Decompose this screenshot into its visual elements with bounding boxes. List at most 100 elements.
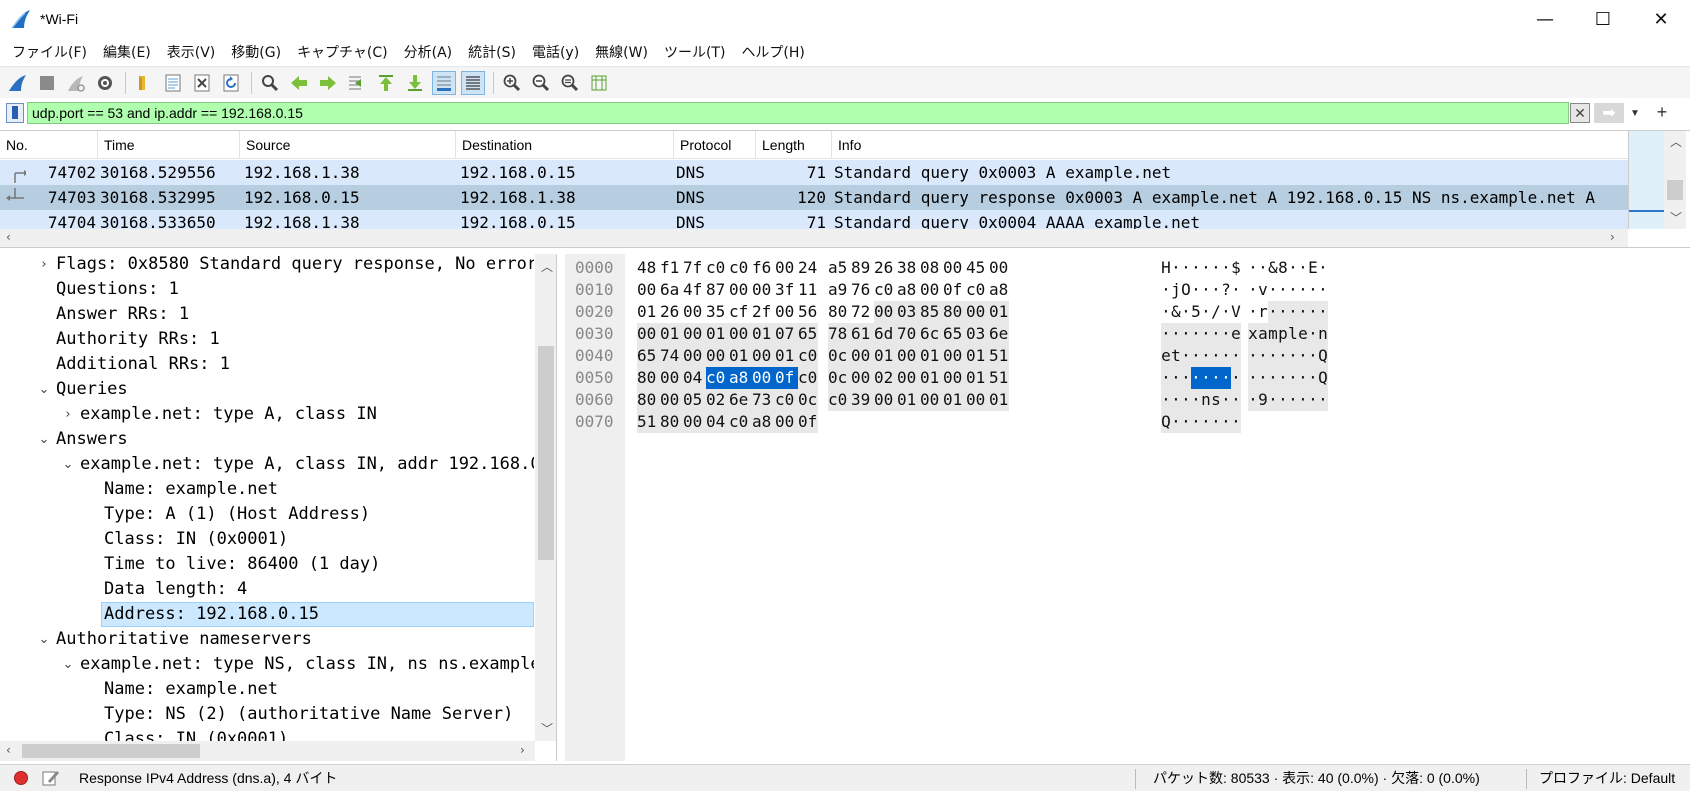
ascii-char[interactable]: ·	[1191, 367, 1201, 389]
ascii-char[interactable]: $	[1231, 257, 1241, 279]
display-filter-input[interactable]: udp.port == 53 and ip.addr == 192.168.0.…	[27, 102, 1569, 124]
ascii-char[interactable]: ·	[1161, 323, 1171, 345]
ascii-char[interactable]: ·	[1181, 411, 1191, 433]
hex-byte[interactable]: 01	[637, 301, 660, 323]
hex-byte[interactable]: 00	[752, 279, 775, 301]
hex-byte[interactable]: 51	[637, 411, 660, 433]
save-file-button[interactable]	[161, 71, 185, 95]
hex-byte[interactable]: 01	[920, 345, 943, 367]
hex-byte[interactable]: 00	[637, 279, 660, 301]
ascii-char[interactable]: ·	[1191, 411, 1201, 433]
ascii-char[interactable]: ·	[1298, 367, 1308, 389]
ascii-char[interactable]: ·	[1211, 257, 1221, 279]
ascii-char[interactable]: ·	[1231, 345, 1241, 367]
hex-byte[interactable]: 04	[706, 411, 729, 433]
ascii-char[interactable]: ·	[1288, 367, 1298, 389]
hex-byte[interactable]: 05	[683, 389, 706, 411]
tree-item[interactable]: Type: NS (2) (authoritative Name Server)	[0, 702, 534, 727]
ascii-char[interactable]: ·	[1181, 345, 1191, 367]
hex-byte[interactable]: 01	[706, 323, 729, 345]
hex-byte[interactable]: 01	[920, 367, 943, 389]
hex-byte[interactable]: 01	[897, 389, 920, 411]
ascii-char[interactable]: ·	[1278, 301, 1288, 323]
hex-byte[interactable]: 00	[752, 367, 775, 389]
resize-columns-button[interactable]	[587, 71, 611, 95]
hex-byte[interactable]: 80	[828, 301, 851, 323]
hex-byte[interactable]: c0	[706, 257, 729, 279]
filter-history-dropdown[interactable]: ▼	[1628, 103, 1642, 123]
hex-byte[interactable]: 65	[637, 345, 660, 367]
zoom-in-button[interactable]	[500, 71, 524, 95]
hex-byte[interactable]: c0	[798, 367, 818, 389]
hex-byte[interactable]: 00	[660, 367, 683, 389]
ascii-char[interactable]: ·	[1258, 367, 1268, 389]
close-button[interactable]: ✕	[1632, 0, 1690, 38]
tree-item[interactable]: Data length: 4	[0, 577, 534, 602]
zoom-normal-button[interactable]	[558, 71, 582, 95]
ascii-char[interactable]: ·	[1211, 411, 1221, 433]
hex-byte[interactable]: 07	[775, 323, 798, 345]
ascii-char[interactable]: ·	[1248, 301, 1258, 323]
ascii-char[interactable]: ·	[1248, 279, 1258, 301]
hex-byte[interactable]: 00	[729, 323, 752, 345]
scroll-right-arrow-icon[interactable]: ›	[520, 743, 525, 757]
hex-byte[interactable]: 35	[706, 301, 729, 323]
ascii-char[interactable]: &	[1171, 301, 1181, 323]
hex-byte[interactable]: a9	[828, 279, 851, 301]
ascii-char[interactable]: ·	[1298, 389, 1308, 411]
hex-byte[interactable]: 6d	[874, 323, 897, 345]
hex-byte[interactable]: c0	[775, 389, 798, 411]
menu-file[interactable]: ファイル(F)	[4, 42, 95, 62]
filter-clear-button[interactable]: ✕	[1570, 103, 1590, 123]
ascii-char[interactable]: ·	[1258, 345, 1268, 367]
hex-byte[interactable]: c0	[966, 279, 989, 301]
hex-byte[interactable]: 11	[798, 279, 818, 301]
maximize-button[interactable]: ☐	[1574, 0, 1632, 38]
ascii-char[interactable]: ·	[1268, 367, 1278, 389]
ascii-char[interactable]: ·	[1288, 389, 1298, 411]
ascii-char[interactable]: ·	[1308, 301, 1318, 323]
hex-byte[interactable]: 00	[966, 301, 989, 323]
ascii-char[interactable]: ·	[1268, 279, 1278, 301]
hex-byte[interactable]: 01	[989, 301, 1009, 323]
hex-byte[interactable]: 70	[897, 323, 920, 345]
hex-byte[interactable]: 01	[989, 389, 1009, 411]
ascii-char[interactable]: v	[1258, 279, 1268, 301]
stop-capture-button[interactable]	[35, 71, 59, 95]
ascii-char[interactable]: ·	[1231, 411, 1241, 433]
hex-byte[interactable]: 01	[729, 345, 752, 367]
ascii-char[interactable]: ·	[1288, 257, 1298, 279]
ascii-char[interactable]: ·	[1308, 323, 1318, 345]
hex-byte[interactable]: 00	[874, 301, 897, 323]
go-back-button[interactable]	[287, 71, 311, 95]
hex-byte[interactable]: 0c	[828, 345, 851, 367]
packet-row[interactable]: 74702 30168.529556 192.168.1.38 192.168.…	[0, 160, 1628, 185]
tree-item[interactable]: Type: A (1) (Host Address)	[0, 502, 534, 527]
ascii-char[interactable]: ·	[1288, 345, 1298, 367]
hex-byte[interactable]: 24	[798, 257, 818, 279]
ascii-char[interactable]: ·	[1268, 389, 1278, 411]
hex-byte[interactable]: 51	[989, 345, 1009, 367]
ascii-char[interactable]: ·	[1268, 301, 1278, 323]
hex-byte[interactable]: 02	[706, 389, 729, 411]
ascii-char[interactable]: e	[1298, 323, 1308, 345]
hex-byte[interactable]: c0	[828, 389, 851, 411]
ascii-char[interactable]: ·	[1221, 323, 1231, 345]
hex-byte[interactable]: 51	[989, 367, 1009, 389]
ascii-char[interactable]: /	[1211, 301, 1221, 323]
column-destination[interactable]: Destination	[456, 131, 674, 159]
tree-item[interactable]: ⌄ example.net: type NS, class IN, ns ns.e…	[0, 652, 534, 677]
ascii-char[interactable]: ·	[1161, 389, 1171, 411]
hex-byte[interactable]: 76	[851, 279, 874, 301]
hex-byte[interactable]: 00	[660, 389, 683, 411]
ascii-char[interactable]: ·	[1181, 323, 1191, 345]
ascii-char[interactable]: ·	[1318, 389, 1328, 411]
hex-byte[interactable]: 00	[989, 257, 1009, 279]
hex-byte[interactable]: 6a	[660, 279, 683, 301]
hex-byte[interactable]: cf	[729, 301, 752, 323]
add-filter-button[interactable]: +	[1652, 101, 1672, 123]
capture-options-button[interactable]	[93, 71, 117, 95]
hex-byte[interactable]: 03	[897, 301, 920, 323]
ascii-char[interactable]: ·	[1201, 301, 1211, 323]
ascii-char[interactable]: ·	[1221, 345, 1231, 367]
